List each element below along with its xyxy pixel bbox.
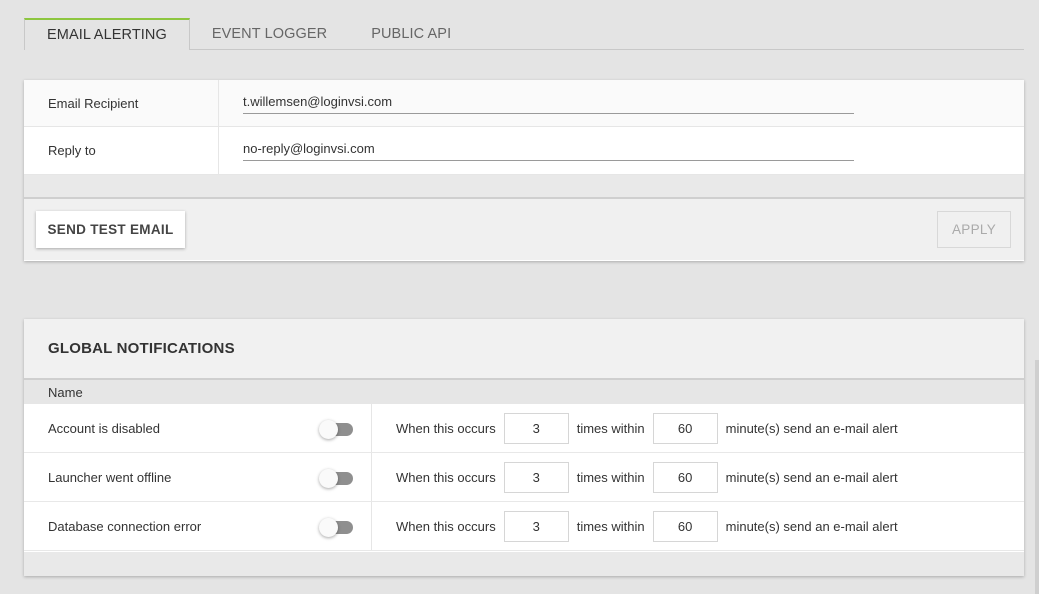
rule-middle: times within [576,518,645,534]
toggle-knob [319,420,338,439]
send-test-email-button[interactable]: SEND TEST EMAIL [36,211,185,248]
tab-event-logger[interactable]: EVENT LOGGER [190,18,349,49]
tab-email-alerting[interactable]: EMAIL ALERTING [24,18,190,50]
column-header-name: Name [24,380,1024,404]
apply-button[interactable]: APPLY [937,211,1011,248]
rule-middle: times within [576,469,645,485]
toggle-knob [319,518,338,537]
occurrence-count-input[interactable] [503,412,569,444]
toggle-knob [319,469,338,488]
rule-suffix: minute(s) send an e-mail alert [725,420,898,436]
section-divider [24,175,1024,199]
reply-to-row: Reply to [24,127,1024,175]
email-recipient-value-cell [219,80,1024,126]
notification-toggle[interactable] [319,518,355,537]
rule-prefix: When this occurs [396,518,496,534]
notification-name: Launcher went offline [48,469,172,485]
rule-prefix: When this occurs [396,420,496,436]
notification-row-account-disabled: Account is disabled When this occurs tim… [24,404,1024,453]
global-notifications-card: GLOBAL NOTIFICATIONS Name Account is dis… [24,319,1024,576]
notification-name: Account is disabled [48,420,161,436]
notification-rule: When this occurs times within minute(s) … [372,453,1024,501]
email-action-bar: SEND TEST EMAIL APPLY [24,199,1024,260]
notification-row-launcher-offline: Launcher went offline When this occurs t… [24,453,1024,502]
email-recipient-row: Email Recipient [24,80,1024,127]
global-notifications-title: GLOBAL NOTIFICATIONS [24,319,1024,380]
minutes-input[interactable] [652,461,718,493]
email-recipient-label: Email Recipient [24,80,219,126]
notification-rule: When this occurs times within minute(s) … [372,404,1024,452]
notification-toggle[interactable] [319,469,355,488]
notification-name-cell: Launcher went offline [24,453,372,501]
notification-name-cell: Account is disabled [24,404,372,452]
notification-rule: When this occurs times within minute(s) … [372,502,1024,550]
reply-to-label: Reply to [24,127,219,174]
rule-suffix: minute(s) send an e-mail alert [725,469,898,485]
reply-to-input[interactable] [243,137,854,161]
minutes-input[interactable] [652,510,718,542]
rule-suffix: minute(s) send an e-mail alert [725,518,898,534]
rule-middle: times within [576,420,645,436]
notifications-footer [24,552,1024,576]
rule-prefix: When this occurs [396,469,496,485]
notification-row-database-error: Database connection error When this occu… [24,502,1024,551]
notification-name: Database connection error [48,518,202,534]
occurrence-count-input[interactable] [503,510,569,542]
minutes-input[interactable] [652,412,718,444]
reply-to-value-cell [219,127,1024,174]
page-scrollbar[interactable] [1035,360,1039,594]
notification-toggle[interactable] [319,420,355,439]
tab-bar: EMAIL ALERTING EVENT LOGGER PUBLIC API [24,18,1024,50]
notification-name-cell: Database connection error [24,502,372,550]
tab-public-api[interactable]: PUBLIC API [349,18,473,49]
email-settings-card: Email Recipient Reply to SEND TEST EMAIL… [24,80,1024,261]
occurrence-count-input[interactable] [503,461,569,493]
email-recipient-input[interactable] [243,90,854,114]
